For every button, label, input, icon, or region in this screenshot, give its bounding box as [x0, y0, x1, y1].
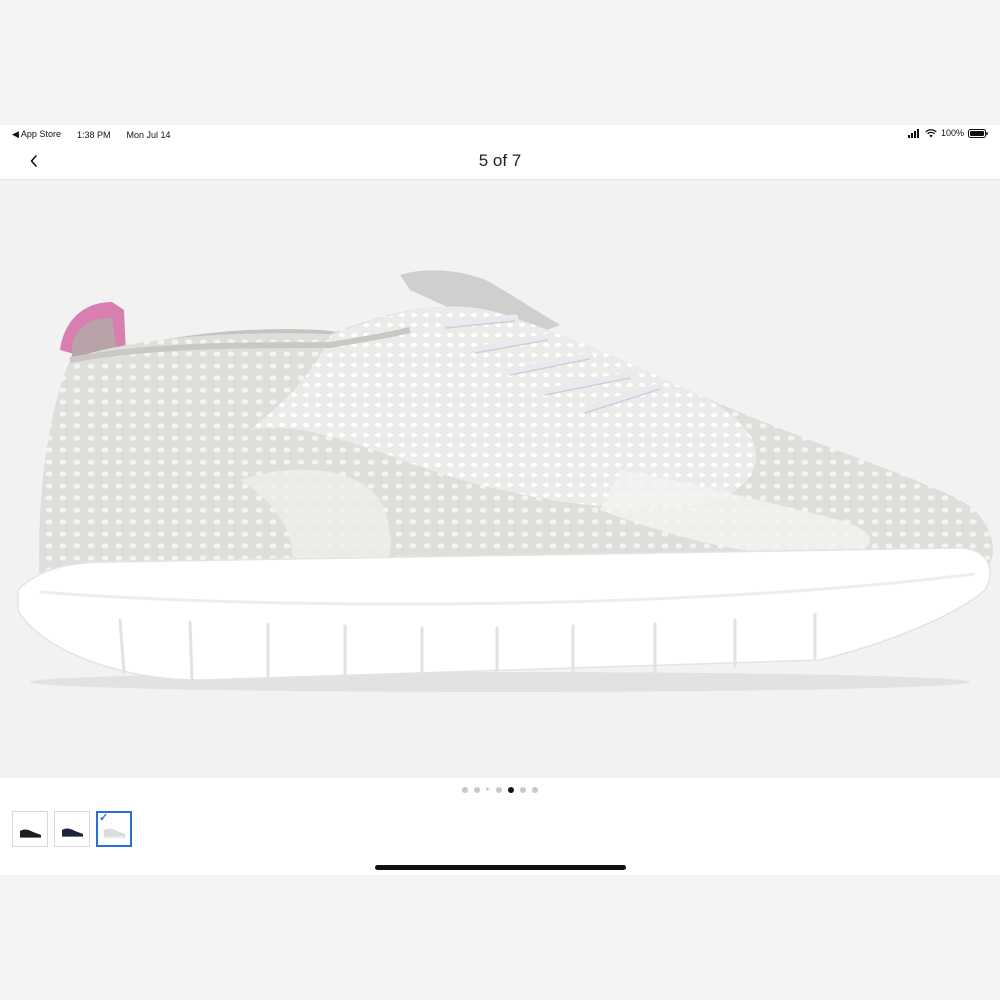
home-indicator[interactable]	[375, 865, 626, 870]
pager-dot[interactable]	[474, 787, 481, 793]
battery-icon	[968, 128, 988, 138]
pager-dot[interactable]	[519, 787, 526, 793]
status-time: 1:38 PM	[76, 129, 111, 140]
checkmark-icon: ✓	[99, 812, 109, 824]
swatch-navy[interactable]	[54, 811, 90, 847]
status-bar: ◀ App Store 1:38 PM Mon Jul 14 100%	[0, 125, 1000, 143]
cellular-signal-icon	[907, 128, 919, 138]
pager-dot[interactable]	[531, 787, 538, 793]
back-to-app-link[interactable]: ◀ App Store	[12, 129, 61, 140]
page-title: 5 of 7	[478, 151, 522, 170]
battery-percent: 100%	[940, 128, 964, 138]
product-image[interactable]	[0, 180, 1000, 778]
play-arrow-icon: ▸	[486, 786, 490, 793]
status-left: ◀ App Store 1:38 PM Mon Jul 14	[12, 129, 171, 140]
status-right: 100%	[907, 128, 988, 138]
swatch-light-gray[interactable]: ✓	[96, 811, 132, 847]
sneaker-image	[17, 270, 993, 692]
color-swatches: ✓	[12, 811, 132, 847]
pager-dot[interactable]	[462, 787, 469, 793]
nav-bar: 5 of 7	[0, 143, 1000, 180]
image-pager[interactable]: ▸	[0, 785, 1000, 795]
pager-dot[interactable]	[495, 787, 502, 793]
wifi-icon	[925, 128, 937, 137]
status-date: Mon Jul 14	[126, 129, 171, 140]
swatch-black[interactable]	[12, 811, 48, 847]
navy-shoe-icon	[62, 828, 83, 837]
pager-dot-active[interactable]	[507, 787, 514, 793]
app-screen: ◀ App Store 1:38 PM Mon Jul 14 100% 5 of…	[0, 125, 1000, 875]
black-shoe-icon	[20, 829, 41, 838]
